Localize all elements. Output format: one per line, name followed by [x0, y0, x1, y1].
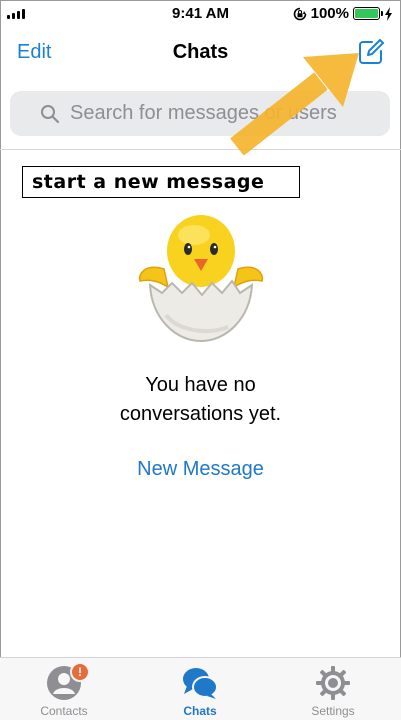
empty-state-line-1: You have no [145, 374, 256, 396]
rotation-lock-icon [293, 7, 306, 20]
annotation-arrow-icon [230, 53, 359, 156]
battery-icon [353, 7, 383, 20]
annotation-label: start a new message [22, 166, 300, 198]
tab-contacts[interactable]: ! Contacts [4, 658, 124, 720]
empty-state-message: You have no conversations yet. [0, 371, 401, 429]
tab-settings[interactable]: Settings [273, 658, 393, 720]
search-icon [41, 104, 60, 123]
tab-label-chats: Chats [183, 704, 217, 718]
contacts-badge: ! [70, 662, 90, 682]
tab-label-settings: Settings [311, 704, 355, 718]
battery-fill [355, 9, 378, 18]
charging-bolt-icon [385, 6, 392, 21]
hatching-chick-icon [138, 215, 264, 343]
new-message-button[interactable]: New Message [0, 458, 401, 481]
edit-button[interactable]: Edit [17, 41, 51, 64]
status-indicators: 100% [293, 5, 393, 22]
status-bar: 9:41 AM 100% [0, 0, 401, 28]
empty-state-line-2: conversations yet. [119, 403, 282, 425]
gear-icon [316, 666, 350, 700]
tab-label-contacts: Contacts [40, 704, 88, 718]
tab-bar: ! Contacts Chats Settings [0, 657, 401, 720]
chat-bubbles-icon [183, 668, 218, 699]
tab-chats[interactable]: Chats [140, 658, 260, 720]
battery-percent: 100% [310, 5, 349, 22]
